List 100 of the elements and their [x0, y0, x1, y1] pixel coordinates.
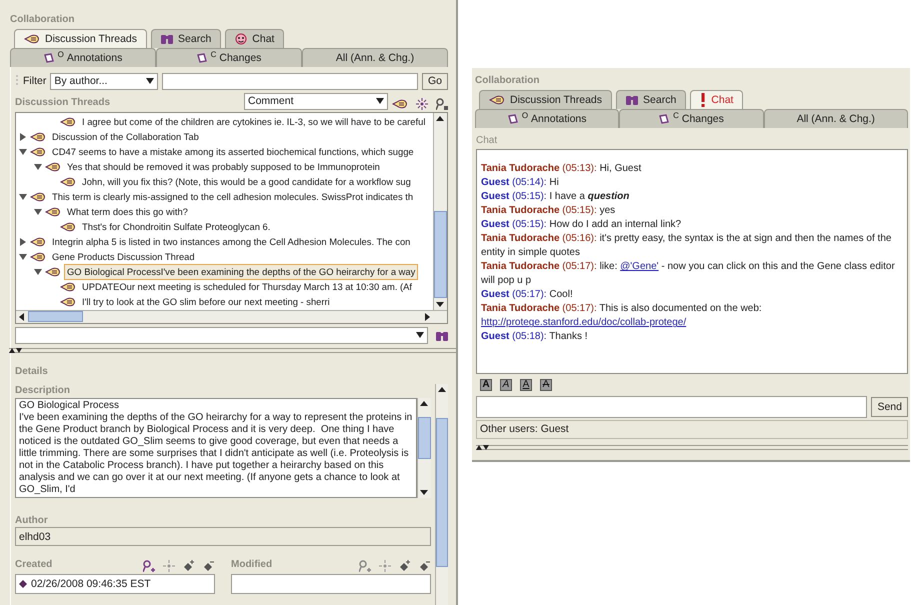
speech-bubble-icon — [60, 282, 76, 292]
diamond-plus-icon — [399, 560, 411, 572]
binoculars-icon — [161, 33, 174, 44]
panel-title: Collaboration — [10, 13, 76, 26]
scrollbar-thumb[interactable] — [28, 311, 83, 322]
dropdown-arrow-icon — [146, 78, 154, 84]
type-dropdown[interactable]: Comment — [244, 92, 388, 110]
note-icon — [659, 114, 670, 124]
speech-bubble-icon — [30, 237, 46, 248]
tab[interactable]: $^{O}$ Annotations — [475, 108, 620, 128]
panel-title: Collaboration — [475, 74, 540, 88]
filter-dropdown[interactable]: By author... — [50, 72, 158, 90]
chat-link[interactable]: @'Gene' — [620, 261, 659, 272]
tab[interactable]: $^{C}$ Changes — [156, 48, 302, 67]
scrollbar[interactable] — [433, 112, 447, 310]
splitter-arrows-icon — [476, 444, 490, 450]
thread-item[interactable]: Thst's for Chondroitin Sulfate Proteoglycan 6. — [79, 219, 274, 236]
search-field[interactable] — [15, 326, 428, 344]
chat-message: Guest (05:15): How do I add an internal link? — [481, 218, 682, 232]
filter-label: Filter — [23, 74, 46, 88]
thread-item[interactable]: GO Biological ProcessI've been examining the depths of the GO heirarchy for a way — [64, 264, 418, 280]
chat-message: Tania Tudorache (05:15): yes — [481, 204, 616, 218]
underline-format-button[interactable]: A — [520, 379, 532, 392]
filter-field[interactable] — [162, 72, 418, 90]
speech-bubble-icon — [45, 162, 61, 172]
date-field[interactable]: 02/26/2008 09:46:35 EST — [15, 574, 215, 594]
speech-bubble-icon — [24, 34, 40, 44]
speech-bubble-icon — [30, 147, 46, 158]
find-person-icon — [436, 98, 448, 110]
sparkle-icon — [379, 560, 391, 572]
bold-format-button[interactable]: A — [480, 379, 492, 392]
exclamation-icon — [700, 92, 706, 107]
thread-item[interactable]: Yes that should be removed it was probably supposed to be Immunoprotein — [64, 159, 383, 176]
note-icon — [44, 52, 54, 63]
thread-item[interactable]: Gene Products Discussion Thread — [49, 249, 198, 266]
speech-bubble-icon — [392, 98, 408, 109]
chat-message: Tania Tudorache (05:17): This is also documented on the web: http://protege.stanford.edu/doc/collab-protege/ — [481, 302, 763, 330]
speech-bubble-icon — [60, 117, 76, 128]
diamond-minus-icon — [419, 560, 431, 572]
note-icon — [508, 114, 518, 124]
speech-bubble-icon — [60, 297, 76, 308]
status-text: Other users: Guest — [476, 420, 908, 439]
scrollbar[interactable] — [16, 310, 447, 323]
field-label: Description — [15, 384, 72, 398]
tab[interactable]: All (Ann. & Chg.) — [764, 108, 908, 128]
chat-link[interactable]: http://protege.stanford.edu/doc/collab-protege/ — [481, 317, 686, 328]
section-title: Chat — [476, 134, 498, 148]
date-field[interactable] — [231, 574, 431, 594]
thread-item[interactable]: Integrin alpha 5 is listed in two instances among the Cell Adhesion Molecules. The con — [49, 234, 414, 250]
sparkle-icon — [416, 98, 428, 110]
tab[interactable]: All (Ann. & Chg.) — [302, 48, 448, 67]
section-title: Discussion Threads — [15, 96, 112, 110]
chat-message: Guest (05:17): Cool! — [481, 288, 574, 302]
thread-item[interactable]: UPDATEOur next meeting is scheduled for Thursday March 13 at 10:30 am. (Af — [79, 279, 416, 296]
dropdown-arrow-icon — [416, 332, 424, 338]
speech-bubble-icon — [45, 267, 61, 278]
field-label: Author — [15, 514, 49, 528]
send-button[interactable]: Send — [871, 397, 908, 418]
chat-message: Guest (05:14): Hi — [481, 176, 560, 190]
diamond-icon — [19, 580, 27, 588]
tab[interactable]: Chat — [225, 28, 284, 48]
tab[interactable]: $^{O}$ Annotations — [10, 48, 156, 67]
chat-message: Guest (05:15): I have a question — [481, 190, 630, 204]
go-button[interactable]: Go — [422, 72, 448, 90]
speech-bubble-icon — [60, 177, 76, 188]
author-field[interactable]: elhd03 — [15, 527, 431, 546]
scrollbar-thumb[interactable] — [436, 418, 448, 567]
thread-item[interactable]: CD47 seems to have a mistake among its asserted biochemical functions, which sugge — [49, 144, 417, 160]
message-field[interactable] — [476, 396, 868, 418]
field-label: Modified — [231, 558, 272, 572]
thread-item[interactable]: John, will you fix this? (Note, this would be a good candidate for a workflow sug — [79, 174, 414, 190]
speech-bubble-icon — [30, 252, 46, 262]
thread-item[interactable]: Discussion of the Collaboration Tab — [49, 129, 202, 146]
thread-item[interactable]: I agree but come of the children are cytokines ie. IL-3, so we will have to be careful — [79, 114, 428, 130]
thread-item[interactable]: This term is clearly mis-assigned to the cell adhesion molecules. SwissProt indicates th — [49, 189, 416, 206]
scrollbar[interactable] — [417, 398, 431, 498]
chat-message: Tania Tudorache (05:13): Hi, Guest — [481, 162, 642, 176]
tab[interactable]: Search — [616, 90, 686, 109]
thread-item[interactable]: I'll try to look at the GO slim before our next meeting - sherri — [79, 294, 333, 310]
find-person-icon — [143, 560, 155, 572]
strike-format-button[interactable]: A — [540, 379, 552, 392]
binoculars-icon — [626, 94, 638, 106]
tab[interactable]: Chat — [690, 90, 744, 109]
sparkle-icon — [163, 560, 175, 572]
splitter-arrows-icon — [9, 348, 23, 353]
speech-bubble-icon — [45, 207, 61, 218]
speech-bubble-icon — [30, 192, 46, 202]
chat-message: Guest (05:18): Thanks ! — [481, 330, 589, 344]
scrollbar-thumb[interactable] — [418, 417, 431, 460]
tab[interactable]: Discussion Threads — [479, 90, 612, 109]
tab[interactable]: Discussion Threads — [14, 28, 148, 48]
tab[interactable]: $^{C}$ Changes — [619, 108, 764, 128]
binoculars-icon — [436, 330, 448, 341]
smiley-icon — [235, 32, 248, 45]
italic-format-button[interactable]: A — [500, 379, 512, 392]
scrollbar-thumb[interactable] — [434, 211, 447, 298]
diamond-plus-icon — [183, 560, 195, 572]
diamond-minus-icon — [203, 560, 215, 572]
thread-item[interactable]: What term does this go with? — [64, 204, 191, 220]
tab[interactable]: Search — [151, 28, 222, 48]
